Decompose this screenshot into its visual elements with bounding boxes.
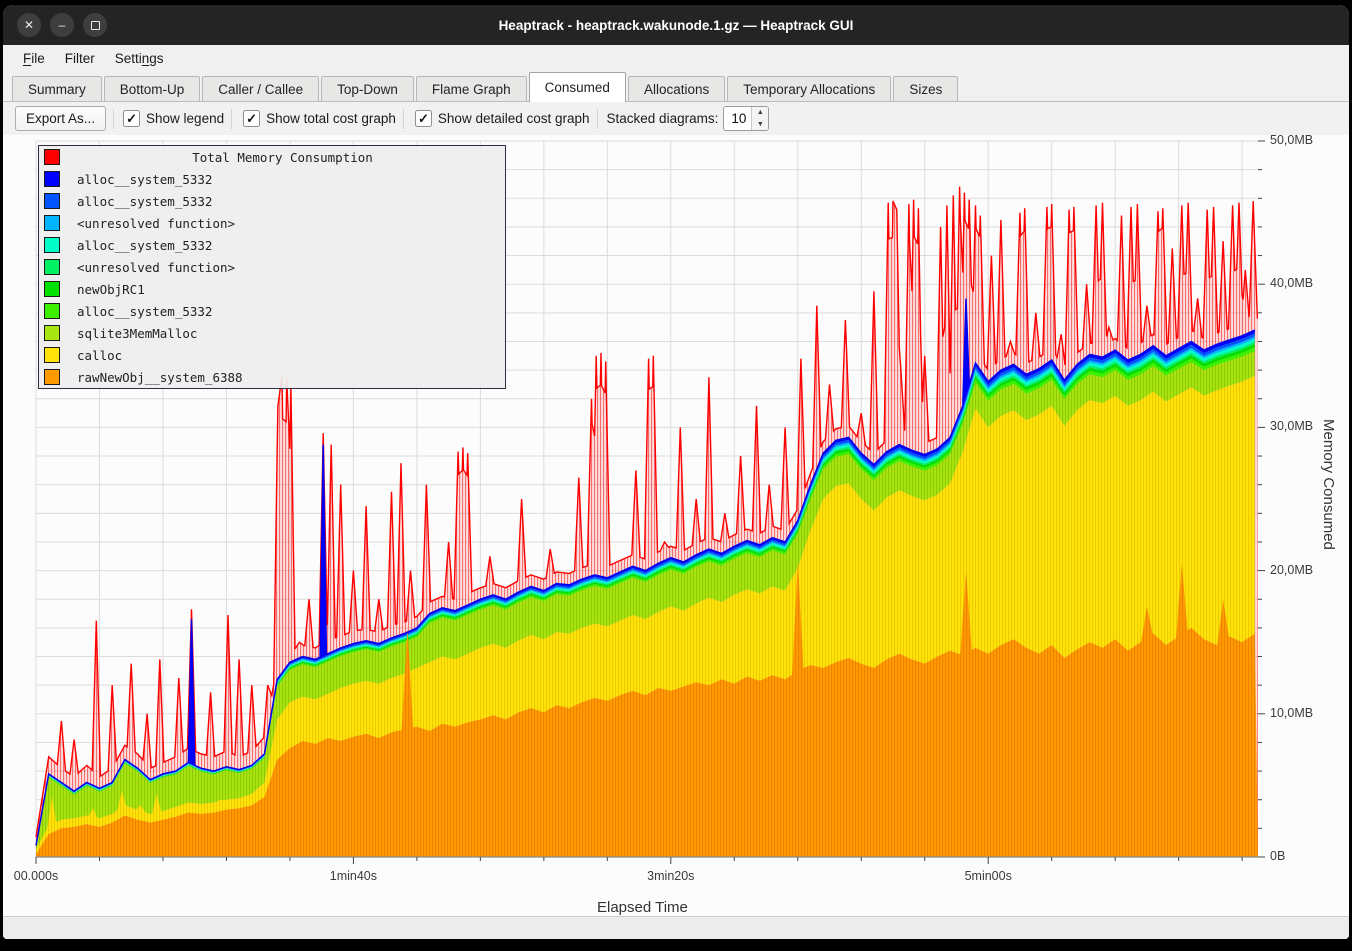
check-icon: ✓ [418, 111, 429, 127]
tab-bar: Summary Bottom-Up Caller / Callee Top-Do… [3, 72, 1349, 102]
legend-row: alloc__system_5332 [39, 234, 505, 256]
x-axis-title: Elapsed Time [597, 899, 688, 916]
app-window: ✕ – Heaptrack - heaptrack.wakunode.1.gz … [3, 5, 1349, 939]
y-tick-label: 0B [1270, 849, 1328, 863]
legend-row: alloc__system_5332 [39, 300, 505, 322]
status-strip [3, 918, 1349, 939]
legend-swatch [44, 193, 60, 209]
tab-label: Top-Down [337, 82, 398, 97]
export-as-button[interactable]: Export As... [15, 106, 106, 131]
toolbar-separator [597, 109, 598, 129]
toolbar-separator [113, 109, 114, 129]
y-tick-label: 40,0MB [1270, 276, 1328, 290]
legend-row: alloc__system_5332 [39, 168, 505, 190]
checkbox-label: Show total cost graph [266, 111, 396, 126]
legend-row: sqlite3MemMalloc [39, 322, 505, 344]
menu-bar: File Filter Settings [3, 45, 1349, 72]
spinbox-value[interactable]: 10 [724, 107, 751, 130]
tab-label: Consumed [545, 80, 610, 95]
checkbox-box[interactable]: ✓ [415, 110, 432, 127]
stacked-diagrams-label: Stacked diagrams: [607, 111, 719, 126]
tab[interactable]: Summary [12, 76, 102, 101]
legend-swatch [44, 369, 60, 385]
toolbar-separator [403, 109, 404, 129]
legend-row: alloc__system_5332 [39, 190, 505, 212]
spin-down-icon[interactable]: ▼ [752, 119, 768, 131]
legend-swatch [44, 215, 60, 231]
legend-label: rawNewObj__system_6388 [77, 370, 243, 385]
tab-label: Sizes [909, 82, 942, 97]
tab-label: Temporary Allocations [743, 82, 875, 97]
y-tick-label: 10,0MB [1270, 706, 1328, 720]
legend-label: calloc [77, 348, 122, 363]
spin-up-icon[interactable]: ▲ [752, 107, 768, 119]
legend-swatch [44, 303, 60, 319]
legend-swatch [44, 347, 60, 363]
legend-row: calloc [39, 344, 505, 366]
legend-swatch [44, 149, 60, 165]
legend-swatch [44, 171, 60, 187]
toolbar: Export As... ✓ Show legend ✓ Show total … [3, 102, 1349, 135]
y-axis-title: Memory Consumed [1320, 419, 1337, 550]
x-tick-label: 1min40s [318, 869, 388, 883]
title-bar: ✕ – Heaptrack - heaptrack.wakunode.1.gz … [3, 5, 1349, 45]
checkbox-label: Show detailed cost graph [438, 111, 590, 126]
menu-item[interactable]: Filter [55, 48, 105, 69]
legend-swatch [44, 281, 60, 297]
tab-label: Flame Graph [432, 82, 511, 97]
check-icon: ✓ [246, 111, 257, 127]
tab[interactable]: Bottom-Up [104, 76, 201, 101]
tab-label: Caller / Callee [218, 82, 303, 97]
tab-label: Summary [28, 82, 86, 97]
legend-swatch [44, 237, 60, 253]
legend-label: <unresolved function> [77, 216, 235, 231]
y-tick-label: 50,0MB [1270, 133, 1328, 147]
checkbox[interactable]: ✓ Show total cost graph [243, 109, 411, 129]
menu-item[interactable]: Settings [105, 48, 174, 69]
legend-label: alloc__system_5332 [77, 172, 212, 187]
tab[interactable]: Temporary Allocations [727, 76, 891, 101]
checkbox-label: Show legend [146, 111, 224, 126]
legend-row: <unresolved function> [39, 256, 505, 278]
tab[interactable]: Flame Graph [416, 76, 527, 101]
check-icon: ✓ [126, 111, 137, 127]
legend-row: rawNewObj__system_6388 [39, 366, 505, 388]
stacked-diagrams-spinbox[interactable]: 10 ▲ ▼ [723, 106, 769, 131]
tab[interactable]: Sizes [893, 76, 958, 101]
checkbox[interactable]: ✓ Show detailed cost graph [415, 109, 605, 129]
legend-label: alloc__system_5332 [77, 304, 212, 319]
memory-chart[interactable]: 0B10,0MB20,0MB30,0MB40,0MB50,0MB 00.000s… [3, 135, 1349, 917]
checkbox[interactable]: ✓ Show legend [123, 109, 239, 129]
legend-row: <unresolved function> [39, 212, 505, 234]
legend-label: alloc__system_5332 [77, 238, 212, 253]
tab-label: Allocations [644, 82, 709, 97]
legend-label: alloc__system_5332 [77, 194, 212, 209]
legend-swatch [44, 259, 60, 275]
legend-label: sqlite3MemMalloc [77, 326, 197, 341]
x-tick-label: 00.000s [3, 869, 71, 883]
checkbox-box[interactable]: ✓ [243, 110, 260, 127]
chart-legend: Total Memory Consumption alloc__system_5… [38, 145, 506, 389]
window-title: Heaptrack - heaptrack.wakunode.1.gz — He… [3, 5, 1349, 45]
legend-title: Total Memory Consumption [60, 150, 505, 165]
tab-label: Bottom-Up [120, 82, 185, 97]
x-tick-label: 5min00s [953, 869, 1023, 883]
legend-entries: alloc__system_5332 alloc__system_5332 <u… [39, 168, 505, 388]
checkbox-group: ✓ Show legend ✓ Show total cost graph ✓ … [121, 109, 607, 129]
legend-label: newObjRC1 [77, 282, 145, 297]
y-tick-label: 20,0MB [1270, 563, 1328, 577]
tab[interactable]: Allocations [628, 76, 725, 101]
legend-title-row: Total Memory Consumption [39, 146, 505, 168]
legend-row: newObjRC1 [39, 278, 505, 300]
tab[interactable]: Top-Down [321, 76, 414, 101]
legend-label: <unresolved function> [77, 260, 235, 275]
menu-item[interactable]: File [13, 48, 55, 69]
tab[interactable]: Consumed [529, 72, 626, 102]
x-tick-label: 3min20s [636, 869, 706, 883]
legend-swatch [44, 325, 60, 341]
checkbox-box[interactable]: ✓ [123, 110, 140, 127]
tab[interactable]: Caller / Callee [202, 76, 319, 101]
spinbox-arrows: ▲ ▼ [751, 107, 768, 130]
toolbar-separator [231, 109, 232, 129]
